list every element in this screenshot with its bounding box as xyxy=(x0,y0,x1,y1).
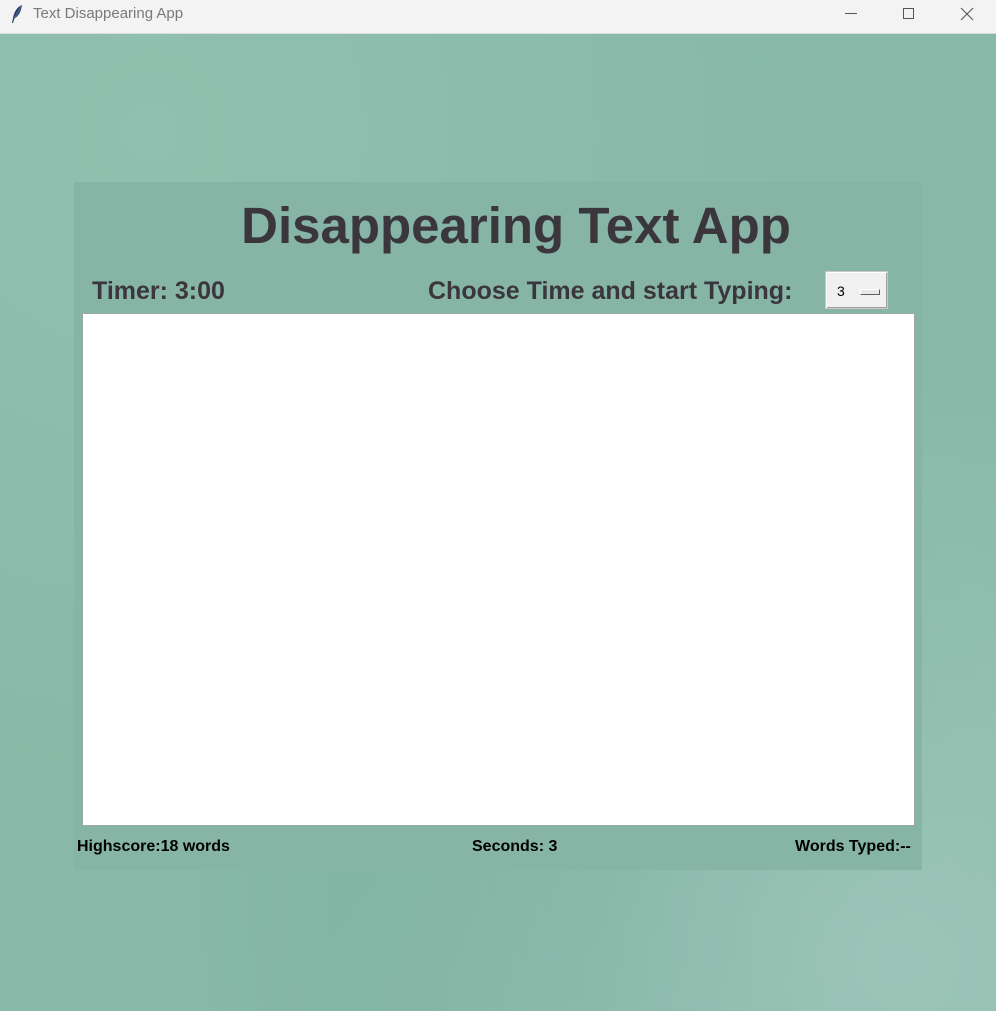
words-typed-label: Words Typed:-- xyxy=(795,838,911,855)
time-select[interactable]: 3 xyxy=(825,271,888,309)
feather-icon xyxy=(10,4,24,24)
title-bar[interactable]: Text Disappearing App xyxy=(0,0,996,34)
choose-time-label: Choose Time and start Typing: xyxy=(428,277,793,305)
page-title: Disappearing Text App xyxy=(241,197,791,254)
window-title: Text Disappearing App xyxy=(33,5,184,22)
option-menu-indicator-icon xyxy=(860,289,880,295)
seconds-label: Seconds: 3 xyxy=(472,838,558,855)
typing-area[interactable] xyxy=(82,313,915,826)
maximize-icon xyxy=(903,8,914,19)
minimize-icon xyxy=(845,13,857,14)
highscore-label: Highscore:18 words xyxy=(77,838,230,855)
maximize-button[interactable] xyxy=(880,0,938,28)
close-button[interactable] xyxy=(938,0,996,28)
minimize-button[interactable] xyxy=(822,0,880,28)
close-icon xyxy=(960,7,974,21)
time-select-value: 3 xyxy=(837,283,845,299)
app-window: Text Disappearing App Disappearing Text … xyxy=(0,0,996,1011)
timer-label: Timer: 3:00 xyxy=(92,277,225,305)
